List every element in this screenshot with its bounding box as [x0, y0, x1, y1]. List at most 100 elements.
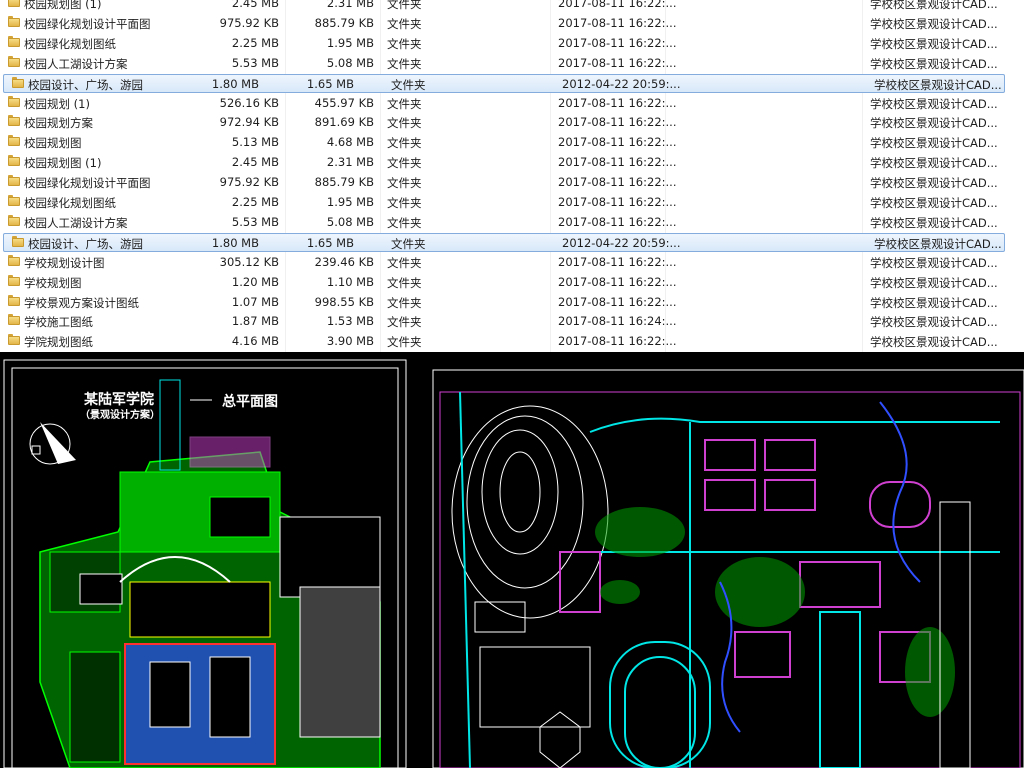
file-path: 学校校区景观设计CAD... — [870, 315, 998, 329]
file-size: 305.12 KB — [219, 255, 279, 269]
file-type: 文件夹 — [387, 116, 422, 130]
file-compressed-size: 998.55 KB — [314, 295, 374, 309]
file-compressed-size: 1.65 MB — [306, 77, 354, 91]
right-site-plan — [432, 369, 1024, 768]
file-date: 2012-04-22 20:59:... — [562, 236, 681, 250]
folder-icon — [8, 96, 20, 107]
file-name: 学校施工图纸 — [24, 315, 93, 329]
file-date: 2017-08-11 16:22:... — [558, 215, 677, 229]
file-size: 1.80 MB — [211, 236, 259, 250]
file-row[interactable]: 校园绿化规划图纸 2.25 MB 1.95 MB 文件夹 2017-08-11 16:2… — [0, 193, 1024, 212]
file-path: 学校校区景观设计CAD... — [870, 0, 998, 11]
file-date: 2017-08-11 16:22:... — [558, 295, 677, 309]
file-row[interactable]: 校园设计、广场、游园 1.80 MB 1.65 MB 文件夹 2012-04-22 20… — [3, 233, 1005, 252]
file-size: 975.92 KB — [219, 175, 279, 189]
file-row[interactable]: 学校景观方案设计图纸 1.07 MB 998.55 KB 文件夹 2017-08-11 … — [0, 293, 1024, 312]
file-row[interactable]: 校园规划图 (1) 2.45 MB 2.31 MB 文件夹 2017-08-11 16:… — [0, 0, 1024, 13]
file-name: 校园规划图 (1) — [24, 156, 102, 170]
cad-title: 某陆军学院 — [84, 391, 154, 408]
file-name: 校园绿化规划设计平面图 — [24, 17, 151, 31]
folder-icon — [8, 255, 20, 266]
file-path: 学校校区景观设计CAD... — [870, 176, 998, 190]
folder-icon — [8, 0, 20, 7]
file-compressed-size: 1.53 MB — [326, 314, 374, 328]
file-size: 5.53 MB — [231, 215, 279, 229]
file-name: 校园绿化规划图纸 — [24, 37, 116, 51]
file-name: 校园人工湖设计方案 — [24, 216, 128, 230]
folder-icon — [8, 275, 20, 286]
file-size: 4.16 MB — [231, 334, 279, 348]
file-name: 学校规划图 — [24, 276, 82, 290]
file-row[interactable]: 学校施工图纸 1.87 MB 1.53 MB 文件夹 2017-08-11 16:24:… — [0, 312, 1024, 331]
file-compressed-size: 455.97 KB — [314, 96, 374, 110]
folder-icon — [8, 155, 20, 166]
file-row[interactable]: 校园绿化规划设计平面图 975.92 KB 885.79 KB 文件夹 2017-08-… — [0, 14, 1024, 33]
file-name: 校园绿化规划设计平面图 — [24, 176, 151, 190]
folder-icon — [8, 36, 20, 47]
file-date: 2017-08-11 16:22:... — [558, 36, 677, 50]
file-date: 2017-08-11 16:24:... — [558, 314, 677, 328]
file-name: 校园人工湖设计方案 — [24, 57, 128, 71]
file-row[interactable]: 校园规划方案 972.94 KB 891.69 KB 文件夹 2017-08-11 16… — [0, 113, 1024, 132]
file-type: 文件夹 — [387, 57, 422, 71]
file-date: 2017-08-11 16:22:... — [558, 255, 677, 269]
file-size: 975.92 KB — [219, 16, 279, 30]
file-type: 文件夹 — [387, 97, 422, 111]
folder-icon — [8, 135, 20, 146]
file-path: 学校校区景观设计CAD... — [870, 97, 998, 111]
folder-icon — [8, 295, 20, 306]
file-type: 文件夹 — [387, 296, 422, 310]
file-size: 2.25 MB — [231, 195, 279, 209]
file-compressed-size: 1.10 MB — [326, 275, 374, 289]
file-date: 2017-08-11 16:22:... — [558, 16, 677, 30]
file-list: 校园规划图 (1) 2.45 MB 2.31 MB 文件夹 2017-08-11 16:… — [0, 0, 1024, 352]
file-date: 2017-08-11 16:22:... — [558, 275, 677, 289]
file-row[interactable]: 学校规划图 1.20 MB 1.10 MB 文件夹 2017-08-11 16:22:.… — [0, 273, 1024, 292]
file-compressed-size: 5.08 MB — [326, 56, 374, 70]
file-type: 文件夹 — [387, 276, 422, 290]
file-date: 2017-08-11 16:22:... — [558, 334, 677, 348]
file-row[interactable]: 校园规划图 5.13 MB 4.68 MB 文件夹 2017-08-11 16:22:.… — [0, 133, 1024, 152]
file-type: 文件夹 — [387, 335, 422, 349]
folder-icon — [8, 115, 20, 126]
cad-preview: 某陆军学院 （景观设计方案） 总平面图 — [0, 352, 1024, 768]
north-arrow-icon — [29, 422, 76, 465]
file-row[interactable]: 学院规划图纸 4.16 MB 3.90 MB 文件夹 2017-08-11 16:22:… — [0, 332, 1024, 351]
plan-label: 总平面图 — [222, 393, 278, 410]
file-size: 1.07 MB — [231, 295, 279, 309]
file-size: 1.80 MB — [211, 77, 259, 91]
file-row[interactable]: 校园设计、广场、游园 1.80 MB 1.65 MB 文件夹 2012-04-22 20… — [3, 74, 1005, 93]
file-path: 学校校区景观设计CAD... — [870, 17, 998, 31]
file-path: 学校校区景观设计CAD... — [870, 196, 998, 210]
file-row[interactable]: 校园绿化规划图纸 2.25 MB 1.95 MB 文件夹 2017-08-11 16:2… — [0, 34, 1024, 53]
file-type: 文件夹 — [387, 37, 422, 51]
folder-icon — [8, 195, 20, 206]
file-name: 校园规划图 — [24, 136, 82, 150]
file-row[interactable]: 校园绿化规划设计平面图 975.92 KB 885.79 KB 文件夹 2017-08-… — [0, 173, 1024, 192]
file-compressed-size: 1.65 MB — [306, 236, 354, 250]
file-path: 学校校区景观设计CAD... — [870, 276, 998, 290]
file-path: 学校校区景观设计CAD... — [874, 78, 1002, 92]
folder-icon — [8, 334, 20, 345]
file-path: 学校校区景观设计CAD... — [874, 237, 1002, 251]
cad-drawing-svg: 某陆军学院 （景观设计方案） 总平面图 — [3, 359, 1024, 768]
file-path: 学校校区景观设计CAD... — [870, 57, 998, 71]
file-compressed-size: 1.95 MB — [326, 36, 374, 50]
file-compressed-size: 2.31 MB — [326, 155, 374, 169]
file-compressed-size: 1.95 MB — [326, 195, 374, 209]
file-row[interactable]: 校园规划图 (1) 2.45 MB 2.31 MB 文件夹 2017-08-11 16:… — [0, 153, 1024, 172]
file-row[interactable]: 校园规划 (1) 526.16 KB 455.97 KB 文件夹 2017-08-11 … — [0, 94, 1024, 113]
file-size: 5.13 MB — [231, 135, 279, 149]
file-path: 学校校区景观设计CAD... — [870, 37, 998, 51]
file-compressed-size: 239.46 KB — [314, 255, 374, 269]
file-type: 文件夹 — [387, 256, 422, 270]
folder-icon — [8, 215, 20, 226]
file-row[interactable]: 校园人工湖设计方案 5.53 MB 5.08 MB 文件夹 2017-08-11 16:… — [0, 213, 1024, 232]
file-name: 学院规划图纸 — [24, 335, 93, 349]
file-name: 校园规划图 (1) — [24, 0, 102, 11]
file-row[interactable]: 校园人工湖设计方案 5.53 MB 5.08 MB 文件夹 2017-08-11 16:… — [0, 54, 1024, 73]
folder-icon — [8, 175, 20, 186]
file-type: 文件夹 — [387, 216, 422, 230]
file-path: 学校校区景观设计CAD... — [870, 216, 998, 230]
file-row[interactable]: 学校规划设计图 305.12 KB 239.46 KB 文件夹 2017-08-11 1… — [0, 253, 1024, 272]
